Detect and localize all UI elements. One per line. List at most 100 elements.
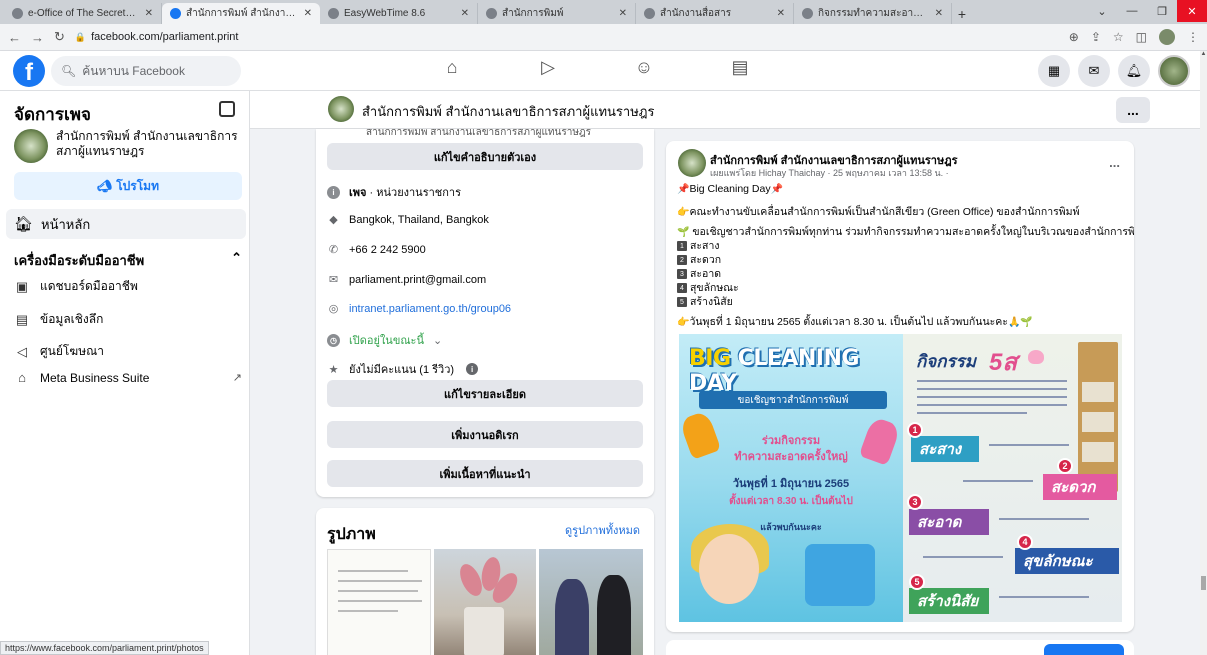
tab-search-icon[interactable]: ⌄	[1087, 0, 1117, 22]
poster-5s-label: 5ส	[989, 349, 1017, 376]
close-tab-icon[interactable]: ✕	[777, 8, 785, 19]
browser-tab[interactable]: สำนักงานสื่อสาร ✕	[636, 3, 794, 24]
collapse-sidebar-icon[interactable]	[219, 101, 235, 117]
scrollbar-thumb[interactable]	[1201, 576, 1206, 590]
keycap-1-icon: 1	[677, 241, 687, 252]
post-image-big-cleaning-day[interactable]: BIG CLEANING DAY ขอเชิญชาวสำนักการพิมพ์ …	[679, 334, 903, 622]
scroll-up-arrow-icon[interactable]: ▲	[1200, 51, 1207, 61]
home-nav-icon[interactable]: ⌂	[440, 57, 464, 78]
new-tab-button[interactable]: +	[952, 3, 972, 24]
info-icon[interactable]: i	[466, 363, 479, 375]
promote-button[interactable]: 📣︎ โปรโมท	[14, 172, 242, 200]
sidebar-item-home[interactable]: 🏠︎ หน้าหลัก	[6, 209, 246, 239]
dashboard-icon: ▣	[15, 278, 29, 294]
watch-nav-icon[interactable]: ▷	[536, 57, 560, 78]
facebook-favicon-icon	[170, 8, 181, 19]
zoom-icon[interactable]: ⊕	[1069, 30, 1079, 44]
account-avatar[interactable]	[1158, 55, 1190, 87]
close-tab-icon[interactable]: ✕	[145, 8, 153, 19]
post-options-button[interactable]: ...	[1109, 155, 1120, 170]
website-link[interactable]: intranet.parliament.go.th/group06	[349, 303, 511, 315]
photos-title: รูปภาพ	[327, 526, 376, 543]
step-3-bar: สะอาด	[909, 509, 989, 535]
page-more-button[interactable]: ...	[1116, 97, 1150, 123]
post-text-line: 👉คณะทำงานขับเคลื่อนสำนักการพิมพ์เป็นสำนั…	[677, 206, 1080, 218]
bookmark-star-icon[interactable]: ☆	[1113, 30, 1124, 44]
sidebar-item-ad-center[interactable]: ◁ ศูนย์โฆษณา	[14, 342, 242, 361]
poster-activity-line: ทำความสะอาดครั้งใหญ่	[734, 451, 848, 463]
minimize-button[interactable]: —	[1117, 0, 1147, 22]
photo-thumbnail[interactable]	[539, 549, 643, 655]
sidebar-item-insights[interactable]: ▤ ข้อมูลเชิงลึก	[14, 310, 242, 329]
sidebar-section-professional-tools[interactable]: เครื่องมือระดับมืออาชีพ ⌃	[14, 250, 242, 271]
close-tab-icon[interactable]: ✕	[304, 8, 312, 19]
browser-tab[interactable]: EasyWebTime 8.6 ✕	[320, 3, 478, 24]
keycap-2-icon: 2	[677, 255, 687, 266]
maximize-button[interactable]: ❐	[1147, 0, 1177, 22]
sidebar-page-identity[interactable]: สำนักการพิมพ์ สำนักงานเลขาธิการ สภาผู้แท…	[14, 129, 244, 163]
business-suite-icon: ⌂	[18, 370, 26, 385]
profile-avatar[interactable]	[1159, 29, 1175, 45]
notifications-bell-icon[interactable]: 🔔︎	[1118, 55, 1150, 87]
keycap-3-icon: 3	[677, 269, 687, 280]
post-card: สำนักการพิมพ์ สำนักงานเลขาธิการสภาผู้แทน…	[666, 141, 1134, 632]
step-5-bar: สร้างนิสัย	[909, 588, 989, 614]
reload-icon[interactable]: ↻	[54, 29, 65, 45]
poster-activity-title: กิจกรรม	[916, 352, 977, 371]
sidebar-item-professional-dashboard[interactable]: ▣ แดชบอร์ดมืออาชีพ	[14, 277, 242, 296]
add-hobbies-button[interactable]: เพิ่มงานอดิเรก	[327, 421, 643, 448]
back-icon[interactable]: ←	[8, 30, 21, 45]
close-window-button[interactable]: ✕	[1177, 0, 1207, 22]
see-all-photos-link[interactable]: ดูรูปภาพทั้งหมด	[559, 519, 646, 541]
sidebar-item-meta-business-suite[interactable]: ⌂ Meta Business Suite ↗	[14, 370, 242, 385]
browser-tab-active[interactable]: สำนักการพิมพ์ สำนักงานเลขาธิการสภ✕	[162, 3, 320, 24]
edit-bio-button[interactable]: แก้ไขคำอธิบายตัวเอง	[327, 143, 643, 170]
header-actions: ▦ ✉ 🔔︎	[1038, 55, 1190, 87]
menu-grid-icon[interactable]: ▦	[1038, 55, 1070, 87]
add-featured-button[interactable]: เพิ่มเนื้อหาที่แนะนำ	[327, 460, 643, 487]
post-list-item: 5 สร้างนิสัย	[677, 293, 733, 310]
browser-tab[interactable]: กิจกรรมทำความสะอาดครั้งใหญ่ (Big C✕	[794, 3, 952, 24]
screen: e-Office of The Secretariat of The✕ สำนั…	[0, 0, 1207, 655]
page-scrollbar[interactable]	[1200, 51, 1207, 655]
facebook-logo-icon[interactable]: f	[13, 55, 45, 87]
edit-details-button[interactable]: แก้ไขรายละเอียด	[327, 380, 643, 407]
next-card-button[interactable]	[1044, 644, 1124, 655]
clock-icon: ◷	[327, 333, 340, 347]
gaming-nav-icon[interactable]: ▤	[728, 57, 752, 78]
page-seal-avatar[interactable]	[678, 149, 706, 177]
step-badge: 1	[907, 422, 923, 438]
globe-icon	[486, 8, 497, 19]
email-row: ✉ parliament.print@gmail.com	[328, 273, 487, 287]
close-tab-icon[interactable]: ✕	[461, 8, 469, 19]
browser-tab[interactable]: e-Office of The Secretariat of The✕	[4, 3, 162, 24]
facebook-search-input[interactable]: 🔍︎ ค้นหาบน Facebook	[51, 56, 241, 86]
poster-invite-banner: ขอเชิญชาวสำนักการพิมพ์	[699, 391, 887, 409]
close-tab-icon[interactable]: ✕	[935, 8, 943, 19]
url-field[interactable]: 🔒 facebook.com/parliament.print	[75, 31, 239, 43]
step-badge: 2	[1057, 458, 1073, 474]
photo-thumbnail[interactable]	[434, 549, 536, 655]
groups-nav-icon[interactable]: ☺	[632, 57, 656, 78]
poster-date-line: วันพุธที่ 1 มิถุนายน 2565	[732, 478, 850, 490]
photo-thumbnail[interactable]	[327, 549, 431, 655]
post-image-5s-activity[interactable]: กิจกรรม 5ส สะสาง 1 สะดวก 2 สะอาด 3 สุขลั…	[903, 334, 1122, 622]
browser-tab[interactable]: สำนักการพิมพ์ ✕	[478, 3, 636, 24]
category-row: i เพจ · หน่วยงานราชการ	[327, 183, 461, 201]
browser-menu-icon[interactable]: ⋮	[1187, 30, 1199, 44]
page-seal-avatar[interactable]	[328, 96, 354, 122]
pin-emoji-icon: 📌	[770, 184, 784, 195]
close-tab-icon[interactable]: ✕	[619, 8, 627, 19]
phone-icon: ✆	[328, 244, 339, 256]
search-icon: 🔍︎	[61, 64, 77, 78]
forward-icon[interactable]: →	[31, 30, 44, 45]
rating-row: ★ ยังไม่มีคะแนน (1 รีวิว) i	[327, 360, 479, 378]
pin-emoji-icon: 📌	[677, 184, 690, 195]
share-icon[interactable]: ⇪	[1091, 30, 1101, 44]
sidepanel-icon[interactable]: ◫	[1136, 30, 1147, 44]
ad-megaphone-icon: ◁	[17, 343, 27, 359]
globe-icon: ◎	[328, 303, 339, 315]
messenger-icon[interactable]: ✉	[1078, 55, 1110, 87]
globe-icon	[644, 8, 655, 19]
hours-row[interactable]: ◷ เปิดอยู่ในขณะนี้ ⌄	[327, 331, 442, 349]
